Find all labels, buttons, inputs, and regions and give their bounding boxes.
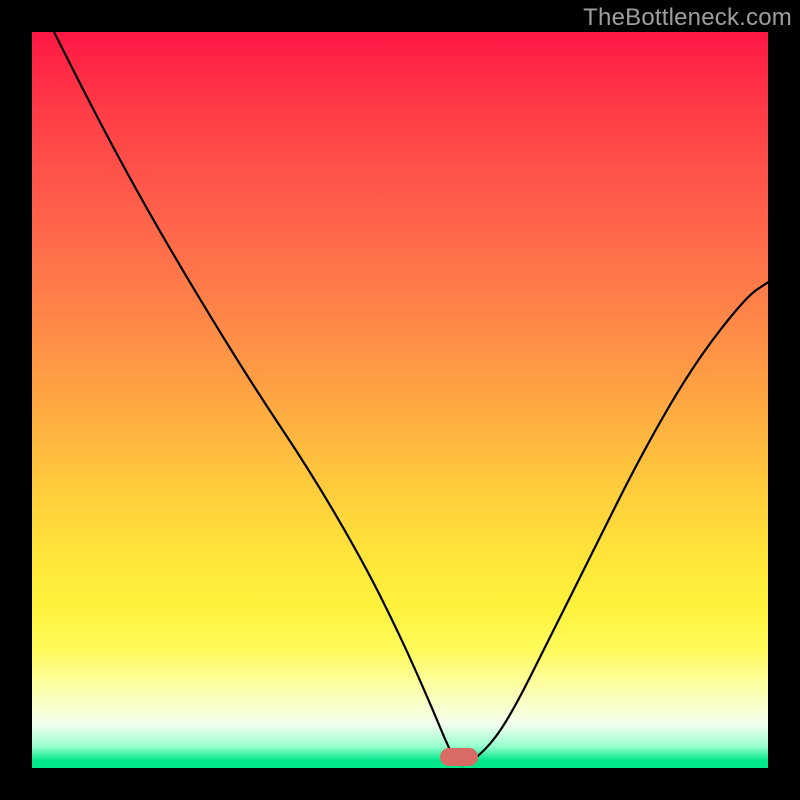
curve-svg	[32, 32, 768, 768]
plot-area	[32, 32, 768, 768]
watermark-text: TheBottleneck.com	[583, 4, 792, 32]
optimal-marker	[440, 748, 478, 766]
bottleneck-curve	[54, 32, 768, 765]
chart-frame: TheBottleneck.com	[0, 0, 800, 800]
